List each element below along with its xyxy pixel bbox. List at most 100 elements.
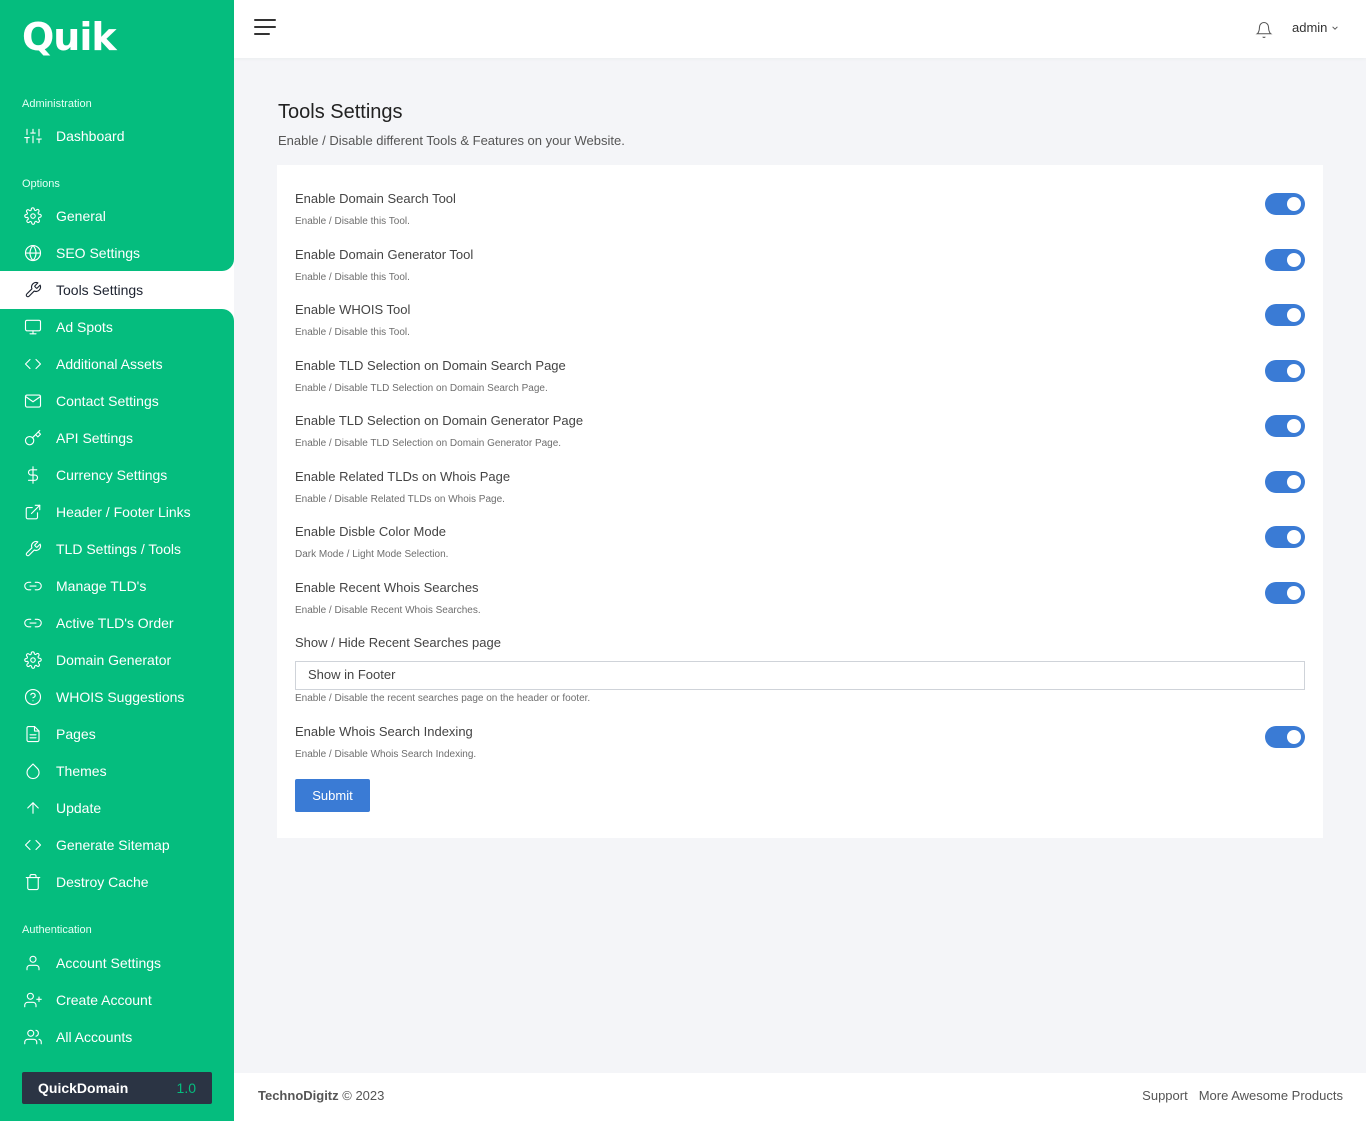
toggle-knob — [1287, 253, 1301, 267]
trash-icon — [24, 873, 42, 891]
sidebar-item-whois-suggestions[interactable]: WHOIS Suggestions — [0, 678, 234, 715]
code-icon — [24, 836, 42, 854]
sliders-icon — [24, 127, 42, 145]
setting-label: Enable Recent Whois Searches — [295, 580, 479, 595]
sidebar-item-label: Destroy Cache — [56, 873, 149, 890]
setting-hint: Enable / Disable TLD Selection on Domain… — [295, 383, 548, 394]
menu-toggle-icon[interactable] — [254, 19, 276, 37]
topbar: admin — [234, 0, 1366, 58]
settings-card: Enable Domain Search Tool Enable / Disabl… — [277, 165, 1323, 838]
section-options: Options — [22, 178, 60, 190]
setting-row: Enable Disble Color Mode Dark Mode / Ligh… — [295, 524, 1305, 574]
setting-label: Enable TLD Selection on Domain Search Pa… — [295, 358, 566, 373]
sidebar-item-create-account[interactable]: Create Account — [0, 981, 234, 1018]
external-link-icon — [24, 503, 42, 521]
sidebar-item-update[interactable]: Update — [0, 789, 234, 826]
notification-bell-icon[interactable] — [1255, 21, 1273, 39]
copyright: TechnoDigitz © 2023 — [258, 1088, 384, 1103]
sidebar-item-label: Contact Settings — [56, 392, 159, 409]
setting-toggle[interactable] — [1265, 415, 1305, 437]
sidebar-item-label: SEO Settings — [56, 244, 141, 261]
sidebar-item-tld-settings-tools[interactable]: TLD Settings / Tools — [0, 530, 234, 567]
setting-toggle[interactable] — [1265, 582, 1305, 604]
sidebar-item-label: Additional Assets — [56, 355, 163, 372]
setting-toggle[interactable] — [1265, 526, 1305, 548]
setting-row: Enable TLD Selection on Domain Generator… — [295, 413, 1305, 463]
sidebar-item-additional-assets[interactable]: Additional Assets — [0, 345, 234, 382]
sidebar-item-active-tld-s-order[interactable]: Active TLD's Order — [0, 604, 234, 641]
sidebar-item-themes[interactable]: Themes — [0, 752, 234, 789]
logo[interactable]: Quik — [22, 14, 117, 60]
setting-hint: Enable / Disable this Tool. — [295, 272, 410, 283]
user-menu[interactable]: admin — [1292, 20, 1339, 35]
sidebar-item-account-settings[interactable]: Account Settings — [0, 944, 234, 981]
footer-links: Support More Awesome Products — [1142, 1088, 1343, 1103]
mail-icon — [24, 392, 42, 410]
sidebar-item-contact-settings[interactable]: Contact Settings — [0, 382, 234, 419]
file-icon — [24, 725, 42, 743]
user-plus-icon — [24, 991, 42, 1009]
toggle-knob — [1287, 419, 1301, 433]
wrench-icon — [24, 540, 42, 558]
sidebar-item-api-settings[interactable]: API Settings — [0, 419, 234, 456]
toggle-knob — [1287, 586, 1301, 600]
toggle-knob — [1287, 364, 1301, 378]
setting-row: Enable Domain Generator Tool Enable / Dis… — [295, 247, 1305, 297]
submit-button[interactable]: Submit — [295, 779, 370, 812]
link-icon — [24, 577, 42, 595]
product-name: QuickDomain — [38, 1080, 129, 1096]
toggle-knob — [1287, 197, 1301, 211]
setting-label: Enable Whois Search Indexing — [295, 724, 473, 739]
setting-label: Enable Domain Search Tool — [295, 191, 456, 206]
sidebar-item-label: Tools Settings — [56, 281, 144, 298]
recent-searches-select[interactable]: Show in Footer — [295, 661, 1305, 690]
sidebar-item-all-accounts[interactable]: All Accounts — [0, 1018, 234, 1055]
copyright-text: © 2023 — [342, 1088, 385, 1103]
code-icon — [24, 355, 42, 373]
sidebar-item-header-footer-links[interactable]: Header / Footer Links — [0, 493, 234, 530]
setting-toggle[interactable] — [1265, 304, 1305, 326]
sidebar-item-manage-tld-s[interactable]: Manage TLD's — [0, 567, 234, 604]
gear-icon — [24, 206, 42, 225]
product-version: 1.0 — [176, 1080, 196, 1096]
droplet-icon — [24, 762, 42, 780]
toggle-knob — [1287, 308, 1301, 322]
toggle-knob — [1287, 475, 1301, 489]
sidebar-item-pages[interactable]: Pages — [0, 715, 234, 752]
sidebar-item-domain-generator[interactable]: Domain Generator — [0, 641, 234, 678]
setting-toggle[interactable] — [1265, 471, 1305, 493]
setting-toggle[interactable] — [1265, 193, 1305, 215]
sidebar-item-currency-settings[interactable]: Currency Settings — [0, 456, 234, 493]
sidebar-item-label: Pages — [56, 725, 96, 742]
sidebar-item-label: Update — [56, 799, 102, 816]
users-icon — [24, 1028, 42, 1046]
sidebar-item-label: WHOIS Suggestions — [56, 688, 185, 705]
sidebar-item-label: Active TLD's Order — [56, 614, 174, 631]
sidebar-item-tools-settings[interactable]: Tools Settings — [0, 271, 234, 308]
page-subtitle: Enable / Disable different Tools & Featu… — [278, 133, 625, 148]
setting-hint: Dark Mode / Light Mode Selection. — [295, 549, 449, 560]
sidebar-item-label: Manage TLD's — [56, 577, 147, 594]
footer-link-products[interactable]: More Awesome Products — [1199, 1088, 1343, 1103]
setting-label: Enable Disble Color Mode — [295, 524, 447, 539]
setting-toggle[interactable] — [1265, 360, 1305, 382]
setting-hint: Enable / Disable this Tool. — [295, 327, 410, 338]
sidebar-item-destroy-cache[interactable]: Destroy Cache — [0, 863, 234, 900]
indexing-toggle[interactable] — [1265, 726, 1305, 748]
sidebar-item-generate-sitemap[interactable]: Generate Sitemap — [0, 826, 234, 863]
setting-row: Enable Recent Whois Searches Enable / Dis… — [295, 580, 1305, 630]
setting-toggle[interactable] — [1265, 249, 1305, 271]
sidebar-item-ad-spots[interactable]: Ad Spots — [0, 308, 234, 345]
wrench-icon — [24, 281, 42, 299]
sidebar-item-dashboard[interactable]: Dashboard — [0, 117, 234, 154]
sidebar-item-label: All Accounts — [56, 1028, 133, 1045]
footer-link-support[interactable]: Support — [1142, 1088, 1188, 1103]
sidebar-item-label: Create Account — [56, 991, 152, 1008]
sidebar-item-seo-settings[interactable]: SEO Settings — [0, 234, 234, 271]
sidebar-item-label: Account Settings — [56, 954, 162, 971]
sidebar-item-label: TLD Settings / Tools — [56, 540, 182, 557]
setting-hint: Enable / Disable Whois Search Indexing. — [295, 749, 477, 760]
sidebar-item-general[interactable]: General — [0, 197, 234, 234]
company-link[interactable]: TechnoDigitz — [258, 1088, 339, 1103]
section-administration: Administration — [22, 98, 92, 110]
